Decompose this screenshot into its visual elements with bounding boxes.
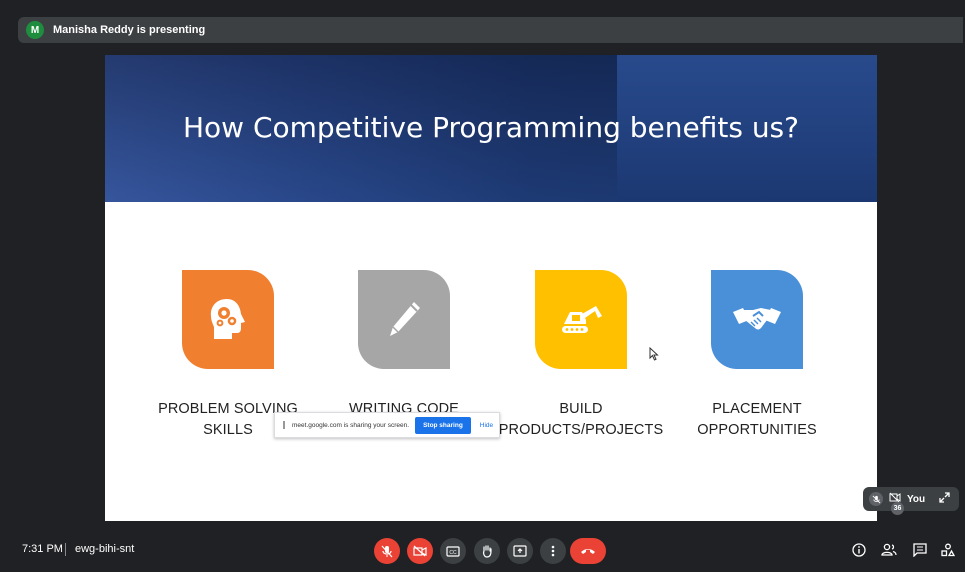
- end-call-icon: [581, 549, 595, 554]
- presenter-avatar: M: [26, 21, 44, 39]
- handshake-icon: [711, 270, 803, 369]
- more-vert-icon: [551, 545, 555, 557]
- share-notice-message: meet.google.com is sharing your screen.: [292, 421, 410, 429]
- info-icon: [852, 543, 866, 557]
- present-screen-button[interactable]: [507, 538, 533, 564]
- benefit-label: OPPORTUNITIES: [697, 422, 817, 439]
- clock: 7:31 PM: [22, 543, 63, 555]
- meeting-code: ewg-bihi-snt: [75, 543, 135, 555]
- hide-button[interactable]: Hide: [480, 422, 493, 429]
- activities-icon: [941, 543, 955, 557]
- presenter-label: Manisha Reddy is presenting: [53, 24, 206, 36]
- captions-button[interactable]: CC: [440, 538, 466, 564]
- self-view-label: You: [907, 493, 926, 505]
- participant-count-badge: 36: [891, 502, 904, 515]
- shared-screen: How Competitive Programming benefits us?…: [105, 55, 877, 521]
- meet-window: M Manisha Reddy is presenting How Compet…: [0, 0, 965, 572]
- svg-text:CC: CC: [449, 550, 457, 556]
- benefit-placement: PLACEMENT OPPORTUNITIES: [657, 270, 857, 441]
- self-view-tile[interactable]: You: [863, 487, 959, 511]
- benefit-label: PLACEMENT: [712, 401, 802, 417]
- activities-button[interactable]: [939, 541, 957, 559]
- screen-share-notice: meet.google.com is sharing your screen. …: [274, 412, 500, 438]
- camera-off-icon: [413, 545, 427, 557]
- chat-button[interactable]: [911, 541, 929, 559]
- excavator-icon: [535, 270, 627, 369]
- expand-icon[interactable]: [939, 490, 950, 508]
- bottom-control-bar: 7:31 PM ewg-bihi-snt CC: [0, 528, 965, 572]
- mic-toggle-button[interactable]: [374, 538, 400, 564]
- pencil-icon: [358, 270, 450, 369]
- chat-icon: [913, 543, 927, 557]
- raise-hand-button[interactable]: [474, 538, 500, 564]
- cursor-icon: [649, 346, 659, 366]
- mic-off-icon: [381, 545, 393, 557]
- head-gears-icon: [182, 270, 274, 369]
- leave-call-button[interactable]: [570, 538, 606, 564]
- people-icon: [881, 543, 897, 556]
- people-button[interactable]: [880, 541, 898, 559]
- stop-sharing-button[interactable]: Stop sharing: [415, 416, 471, 434]
- present-icon: [513, 545, 527, 557]
- mic-off-icon: [869, 492, 883, 506]
- meeting-details-button[interactable]: [850, 541, 868, 559]
- presenter-bar: M Manisha Reddy is presenting: [18, 17, 963, 43]
- slide-header: How Competitive Programming benefits us?: [105, 55, 877, 202]
- drag-handle-icon[interactable]: [283, 421, 285, 429]
- more-options-button[interactable]: [540, 538, 566, 564]
- benefit-label: PRODUCTS/PROJECTS: [498, 422, 664, 439]
- divider: [65, 543, 66, 556]
- slide-title: How Competitive Programming benefits us?: [182, 111, 800, 144]
- benefit-label: BUILD: [559, 401, 603, 417]
- benefit-writing-code: WRITING CODE: [304, 270, 504, 420]
- camera-toggle-button[interactable]: [407, 538, 433, 564]
- captions-icon: CC: [446, 545, 460, 557]
- hand-icon: [483, 545, 492, 558]
